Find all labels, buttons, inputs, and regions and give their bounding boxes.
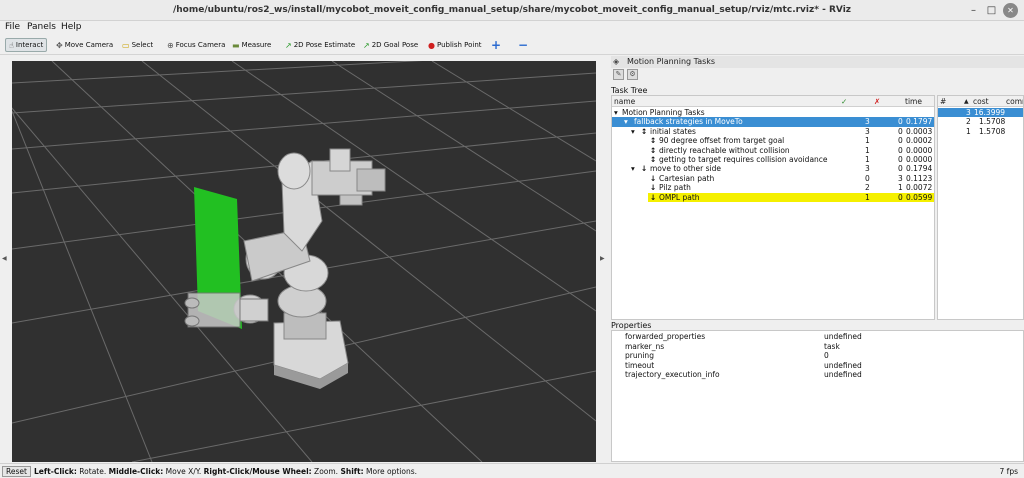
pose-estimate-button[interactable]: ↗ 2D Pose Estimate xyxy=(285,38,355,52)
add-tool-button[interactable]: + xyxy=(491,38,501,52)
window-title: /home/ubuntu/ros2_ws/install/mycobot_mov… xyxy=(172,5,852,15)
tree-row[interactable]: ▾ Motion Planning Tasks xyxy=(612,108,934,117)
select-button[interactable]: ▭ Select xyxy=(122,38,153,52)
gear-icon[interactable]: ⚙ xyxy=(627,69,638,80)
task-tree-label: Task Tree xyxy=(611,86,648,95)
solution-row[interactable]: 1 1.5708 xyxy=(938,127,1023,136)
property-row[interactable]: pruning 0 xyxy=(612,351,1023,361)
tree-row[interactable]: ↕ getting to target requires collision a… xyxy=(612,155,934,164)
status-message: Left-Click: Rotate. Middle-Click: Move X… xyxy=(34,467,417,476)
col-fail[interactable]: ✗ xyxy=(874,97,880,106)
pin-icon[interactable]: ✎ xyxy=(613,69,624,80)
col-name[interactable]: name xyxy=(614,97,635,106)
diamond-icon: ◈ xyxy=(613,57,620,66)
down-arrow-icon: ↓ xyxy=(641,164,648,174)
tree-row[interactable]: ↓ OMPL path 1 0 0.0599 xyxy=(648,192,934,202)
col-cost[interactable]: cost xyxy=(973,97,989,106)
col-time[interactable]: time xyxy=(905,97,922,106)
reset-button[interactable]: Reset xyxy=(2,466,31,477)
maximize-icon[interactable]: □ xyxy=(984,3,999,18)
toolbar: ☝ Interact ✥ Move Camera ▭ Select ⊕ Focus Ca… xyxy=(0,34,1024,55)
select-icon: ▭ xyxy=(122,40,130,50)
sort-up-icon: ▲ xyxy=(964,98,969,105)
col-comment[interactable]: comm xyxy=(1006,97,1023,106)
property-row[interactable]: forwarded_properties undefined xyxy=(612,332,1023,342)
status-bar: Reset Left-Click: Rotate. Middle-Click: … xyxy=(0,463,1024,478)
tree-header: name ✓ ✗ time xyxy=(612,96,934,107)
tree-row[interactable]: ▾ ↓ move to other side 3 0 0.1794 xyxy=(612,164,934,173)
solutions-header: # ▲ cost comm xyxy=(938,96,1023,107)
panel-title: Motion Planning Tasks xyxy=(627,57,716,66)
scene-svg xyxy=(12,61,596,462)
bidirectional-icon: ↕ xyxy=(650,145,657,155)
map-pin-icon: ● xyxy=(428,40,435,50)
interact-icon: ☝ xyxy=(9,40,14,50)
middle-dock-strip: ▶ xyxy=(598,55,609,463)
robot-arm xyxy=(233,148,386,389)
solution-row[interactable]: 2 1.5708 xyxy=(938,117,1023,126)
collapse-icon[interactable]: ▾ xyxy=(631,164,635,173)
menu-file[interactable]: File xyxy=(5,22,20,32)
down-arrow-icon: ↓ xyxy=(650,192,657,202)
tree-row[interactable]: ↓ Pilz path 2 1 0.0072 xyxy=(612,183,934,192)
collapse-icon[interactable]: ▾ xyxy=(624,117,628,126)
move-camera-icon: ✥ xyxy=(56,40,63,50)
fps-counter: 7 fps xyxy=(999,467,1018,476)
bidirectional-icon: ↕ xyxy=(650,155,657,164)
properties-table[interactable]: forwarded_properties undefined marker_ns… xyxy=(611,330,1024,462)
panel-header: ◈ Motion Planning Tasks xyxy=(611,56,1024,68)
collapse-icon[interactable]: ▾ xyxy=(631,127,635,136)
close-icon[interactable]: ✕ xyxy=(1003,3,1018,18)
task-tree[interactable]: name ✓ ✗ time ▾ Motion Planning Tasks ▾ … xyxy=(611,95,935,320)
down-arrow-icon: ↓ xyxy=(650,173,657,183)
move-camera-button[interactable]: ✥ Move Camera xyxy=(56,38,113,52)
menu-bar: File Panels Help xyxy=(0,21,1024,34)
col-ok[interactable]: ✓ xyxy=(841,97,847,106)
down-arrow-icon: ↓ xyxy=(650,183,657,193)
3d-viewport[interactable] xyxy=(12,61,596,462)
measure-button[interactable]: ▬ Measure xyxy=(232,38,271,52)
bidirectional-icon: ↕ xyxy=(641,126,648,136)
solutions-list[interactable]: # ▲ cost comm 3 16.3999 2 1.5708 1 1.570… xyxy=(937,95,1024,320)
minimize-icon[interactable]: – xyxy=(966,3,981,18)
left-dock-strip: ◀ xyxy=(0,55,10,463)
tree-row[interactable]: ↓ Cartesian path 0 3 0.1123 xyxy=(612,174,934,183)
property-row[interactable]: timeout undefined xyxy=(612,361,1023,371)
property-row[interactable]: trajectory_execution_info undefined xyxy=(612,370,1023,380)
green-arrow-icon: ↗ xyxy=(363,40,370,50)
menu-help[interactable]: Help xyxy=(61,22,82,32)
publish-point-button[interactable]: ● Publish Point xyxy=(428,38,482,52)
tree-row[interactable]: ▾ fallback strategies in MoveTo 3 0 0.17… xyxy=(612,117,934,127)
ruler-icon: ▬ xyxy=(232,40,240,50)
solution-row[interactable]: 3 16.3999 xyxy=(938,108,1023,118)
left-arrow-icon[interactable]: ◀ xyxy=(2,255,7,262)
properties-label: Properties xyxy=(611,321,652,330)
green-arrow-icon: ↗ xyxy=(285,40,292,50)
interact-button[interactable]: ☝ Interact xyxy=(5,38,48,52)
collapse-icon[interactable]: ▾ xyxy=(614,108,618,117)
focus-camera-icon: ⊕ xyxy=(167,40,174,50)
tree-row[interactable]: ↕ 90 degree offset from target goal 1 0 … xyxy=(612,136,934,145)
right-arrow-icon[interactable]: ▶ xyxy=(600,255,605,262)
title-bar: /home/ubuntu/ros2_ws/install/mycobot_mov… xyxy=(0,0,1024,21)
tree-row[interactable]: ▾ ↕ initial states 3 0 0.0003 xyxy=(612,127,934,136)
property-row[interactable]: marker_ns task xyxy=(612,342,1023,352)
menu-panels[interactable]: Panels xyxy=(27,22,56,32)
focus-camera-button[interactable]: ⊕ Focus Camera xyxy=(167,38,225,52)
remove-tool-button[interactable]: − xyxy=(518,38,528,52)
bidirectional-icon: ↕ xyxy=(650,136,657,146)
goal-pose-button[interactable]: ↗ 2D Goal Pose xyxy=(363,38,418,52)
tree-row[interactable]: ↕ directly reachable without collision 1… xyxy=(612,146,934,155)
col-num[interactable]: # xyxy=(940,97,946,106)
